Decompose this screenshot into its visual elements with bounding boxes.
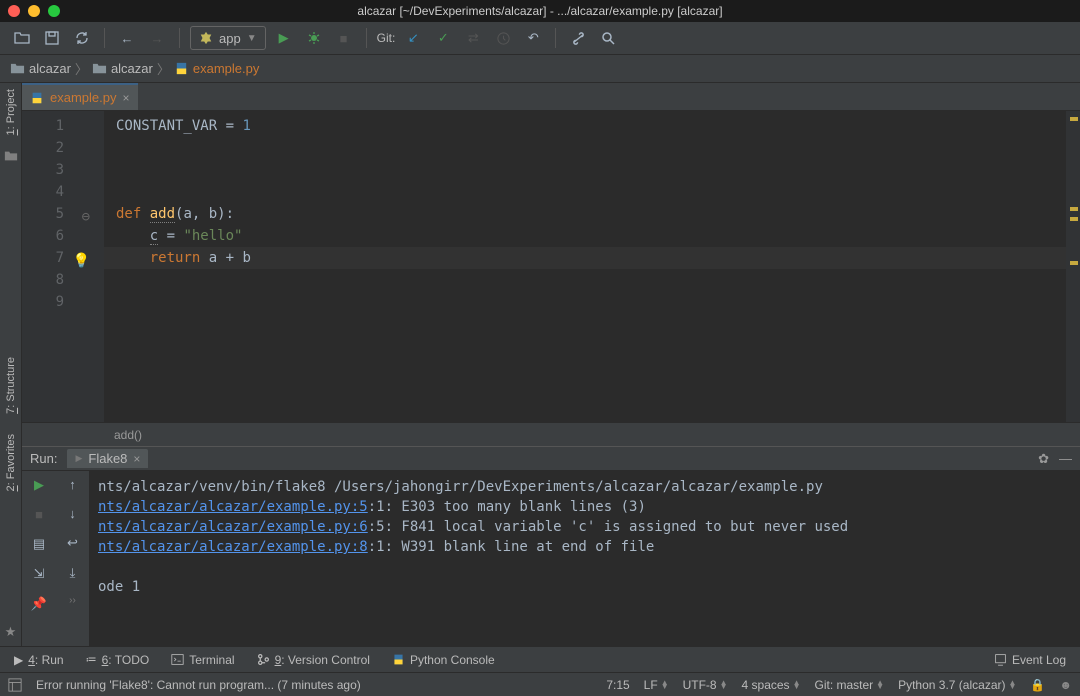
status-panes-icon[interactable] bbox=[8, 678, 22, 692]
structure-tool-tab[interactable]: 7: Structure bbox=[3, 351, 19, 420]
tool-hide-icon[interactable]: — bbox=[1059, 451, 1072, 467]
softwrap-icon[interactable]: ↩ bbox=[67, 535, 78, 551]
bottom-tab-event-log[interactable]: Event Log bbox=[994, 653, 1066, 667]
project-folder-icon[interactable] bbox=[4, 149, 18, 163]
breadcrumb-root[interactable]: alcazar 〉 bbox=[10, 59, 88, 78]
run-tool-window: Run: ▶ Flake8 × ✿ — ▶ ■ ▤ ⇲ 📌 bbox=[22, 446, 1080, 646]
scroll-end-icon[interactable]: ⤓ bbox=[70, 565, 76, 581]
status-indent[interactable]: 4 spaces▲▼ bbox=[742, 678, 801, 692]
forward-icon[interactable]: → bbox=[145, 26, 169, 50]
close-tool-tab-icon[interactable]: × bbox=[133, 452, 140, 466]
down-icon[interactable]: ↓ bbox=[69, 506, 76, 521]
open-icon[interactable] bbox=[10, 26, 34, 50]
stop-icon[interactable]: ■ bbox=[332, 26, 356, 50]
titlebar: alcazar [~/DevExperiments/alcazar] - ...… bbox=[0, 0, 1080, 22]
bottom-tab-todo[interactable]: ≔ 6: TODO bbox=[86, 653, 150, 667]
settings-icon[interactable] bbox=[566, 26, 590, 50]
debug-icon[interactable] bbox=[302, 26, 326, 50]
save-icon[interactable] bbox=[40, 26, 64, 50]
bottom-tab-vcs[interactable]: 9: Version Control bbox=[257, 653, 370, 667]
editor-tab-example[interactable]: example.py × bbox=[22, 83, 138, 110]
window-title: alcazar [~/DevExperiments/alcazar] - ...… bbox=[0, 4, 1080, 18]
git-update-icon[interactable]: ↙ bbox=[401, 26, 425, 50]
breadcrumb-folder[interactable]: alcazar 〉 bbox=[92, 59, 170, 78]
run-icon[interactable]: ▶ bbox=[272, 26, 296, 50]
export-icon[interactable]: ⇲ bbox=[34, 566, 45, 582]
status-git[interactable]: Git: master▲▼ bbox=[814, 678, 884, 692]
status-message[interactable]: Error running 'Flake8': Cannot run progr… bbox=[36, 678, 361, 692]
zoom-window-icon[interactable] bbox=[48, 5, 60, 17]
tool-window-title: Run: bbox=[30, 451, 57, 466]
close-tab-icon[interactable]: × bbox=[122, 91, 129, 105]
error-link[interactable]: nts/alcazar/alcazar/example.py:6 bbox=[98, 519, 368, 535]
breadcrumb-file[interactable]: example.py bbox=[174, 61, 259, 76]
editor[interactable]: 1 2 3 4 5⊖ 6 7💡 8 9 CONSTANT_VAR = 1 def… bbox=[22, 111, 1080, 422]
tool-tab-flake8[interactable]: ▶ Flake8 × bbox=[67, 449, 148, 468]
close-window-icon[interactable] bbox=[8, 5, 20, 17]
status-interpreter[interactable]: Python 3.7 (alcazar)▲▼ bbox=[898, 678, 1016, 692]
error-link[interactable]: nts/alcazar/alcazar/example.py:5 bbox=[98, 499, 368, 515]
navigation-bar: alcazar 〉 alcazar 〉 example.py bbox=[0, 55, 1080, 83]
favorites-tool-tab[interactable]: 2: Favorites bbox=[3, 428, 19, 497]
status-cursor[interactable]: 7:15 bbox=[606, 678, 629, 692]
git-compare-icon[interactable]: ⇄ bbox=[461, 26, 485, 50]
lock-icon[interactable]: 🔒 bbox=[1030, 678, 1045, 692]
chevron-down-icon: ▼ bbox=[247, 33, 257, 44]
git-label: Git: bbox=[377, 31, 396, 45]
git-history-icon[interactable] bbox=[491, 26, 515, 50]
more-icon[interactable]: ›› bbox=[69, 595, 76, 606]
run-config-label: app bbox=[219, 31, 241, 46]
error-stripe[interactable] bbox=[1066, 111, 1080, 422]
pin-icon[interactable]: 📌 bbox=[31, 596, 47, 612]
run-config-selector[interactable]: app ▼ bbox=[190, 26, 266, 50]
bottom-tab-run[interactable]: ▶ 4: Run bbox=[14, 653, 64, 667]
error-link[interactable]: nts/alcazar/alcazar/example.py:8 bbox=[98, 539, 368, 555]
favorites-star-icon[interactable]: ★ bbox=[5, 624, 17, 640]
back-icon[interactable]: ← bbox=[115, 26, 139, 50]
stop-run-icon[interactable]: ■ bbox=[35, 507, 43, 522]
layout-icon[interactable]: ▤ bbox=[33, 536, 45, 552]
code-area[interactable]: CONSTANT_VAR = 1 def add(a, b): c = "hel… bbox=[104, 111, 1066, 422]
rerun-icon[interactable]: ▶ bbox=[34, 477, 44, 493]
editor-tabs: example.py × bbox=[22, 83, 1080, 111]
gutter[interactable]: 1 2 3 4 5⊖ 6 7💡 8 9 bbox=[22, 111, 104, 422]
bottom-tab-terminal[interactable]: Terminal bbox=[171, 653, 234, 667]
console-output[interactable]: nts/alcazar/venv/bin/flake8 /Users/jahon… bbox=[90, 471, 1080, 646]
status-line-separator[interactable]: LF▲▼ bbox=[644, 678, 669, 692]
left-tool-strip: 1: Project 7: Structure 2: Favorites ★ bbox=[0, 83, 22, 646]
editor-context-bar[interactable]: add() bbox=[22, 422, 1080, 446]
git-rollback-icon[interactable]: ↶ bbox=[521, 26, 545, 50]
git-commit-icon[interactable]: ✓ bbox=[431, 26, 455, 50]
run-triangle-icon: ▶ bbox=[75, 453, 82, 464]
search-icon[interactable] bbox=[596, 26, 620, 50]
minimize-window-icon[interactable] bbox=[28, 5, 40, 17]
bottom-tab-python-console[interactable]: Python Console bbox=[392, 653, 495, 667]
sync-icon[interactable] bbox=[70, 26, 94, 50]
up-icon[interactable]: ↑ bbox=[69, 477, 76, 492]
ide-status-icon[interactable]: ☻ bbox=[1059, 678, 1072, 692]
tool-settings-icon[interactable]: ✿ bbox=[1038, 451, 1049, 467]
project-tool-tab[interactable]: 1: Project bbox=[3, 83, 19, 141]
statusbar: Error running 'Flake8': Cannot run progr… bbox=[0, 672, 1080, 696]
bottom-tool-tabs: ▶ 4: Run ≔ 6: TODO Terminal 9: Version C… bbox=[0, 646, 1080, 672]
main-toolbar: ← → app ▼ ▶ ■ Git: ↙ ✓ ⇄ ↶ bbox=[0, 22, 1080, 55]
status-encoding[interactable]: UTF-8▲▼ bbox=[683, 678, 728, 692]
